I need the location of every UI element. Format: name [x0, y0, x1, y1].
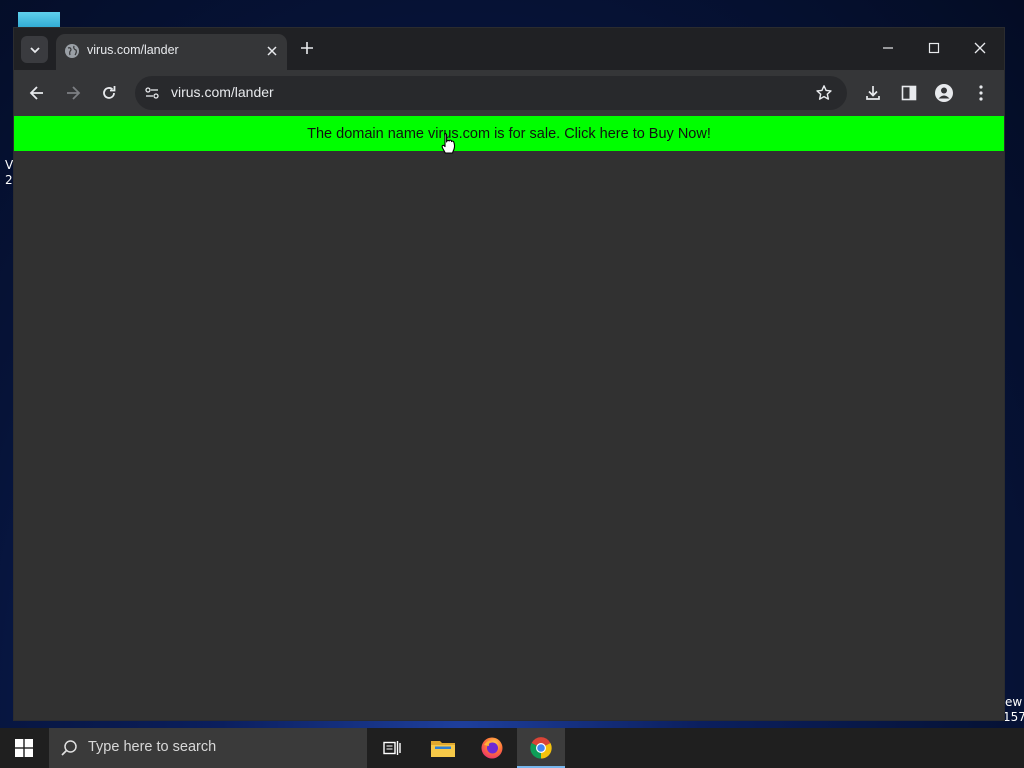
download-icon[interactable] — [863, 83, 883, 103]
folder-icon — [431, 741, 455, 757]
taskbar: Type here to search — [0, 728, 1024, 768]
domain-for-sale-banner[interactable]: The domain name virus.com is for sale. C… — [14, 116, 1004, 151]
profile-icon[interactable] — [934, 83, 954, 103]
address-bar[interactable]: virus.com/lander — [135, 76, 847, 110]
browser-toolbar: virus.com/lander — [14, 70, 1004, 116]
desktop-label-fragment: ew — [1005, 695, 1023, 709]
site-settings-icon[interactable] — [144, 85, 160, 101]
task-view-icon — [383, 741, 401, 755]
taskbar-search-box[interactable]: Type here to search — [49, 728, 367, 768]
globe-icon — [65, 44, 79, 58]
chrome-button[interactable] — [517, 728, 565, 768]
tab-search-button[interactable] — [21, 36, 48, 63]
close-icon[interactable] — [265, 44, 279, 58]
tab-active[interactable]: virus.com/lander — [56, 34, 287, 70]
chrome-icon — [530, 737, 552, 759]
search-placeholder: Type here to search — [88, 739, 217, 755]
windows-logo-icon — [15, 739, 33, 757]
star-icon[interactable] — [815, 84, 833, 102]
desktop-label-fragment: 157 — [1003, 710, 1024, 724]
forward-arrow-icon[interactable] — [63, 83, 83, 103]
banner-text[interactable]: The domain name virus.com is for sale. C… — [307, 126, 711, 142]
minimize-icon[interactable] — [880, 40, 896, 56]
side-panel-icon[interactable] — [899, 83, 919, 103]
chevron-down-icon — [29, 46, 40, 53]
start-button[interactable] — [0, 728, 48, 768]
firefox-icon — [481, 737, 503, 759]
maximize-icon[interactable] — [926, 40, 942, 56]
hand-pointer-cursor-icon — [441, 132, 456, 154]
search-icon — [61, 740, 77, 756]
page-content: The domain name virus.com is for sale. C… — [14, 116, 1004, 720]
tab-strip: virus.com/lander — [14, 28, 1004, 70]
firefox-button[interactable] — [468, 728, 516, 768]
tab-title: virus.com/lander — [87, 43, 179, 57]
close-window-icon[interactable] — [972, 40, 988, 56]
more-vert-icon[interactable] — [971, 83, 991, 103]
reload-icon[interactable] — [99, 83, 119, 103]
file-explorer-button[interactable] — [419, 728, 467, 768]
task-view-button[interactable] — [368, 728, 416, 768]
url-text: virus.com/lander — [171, 84, 274, 100]
back-arrow-icon[interactable] — [27, 83, 47, 103]
browser-window: virus.com/lander virus.com/lander The do… — [14, 28, 1004, 720]
plus-icon[interactable] — [299, 40, 315, 56]
